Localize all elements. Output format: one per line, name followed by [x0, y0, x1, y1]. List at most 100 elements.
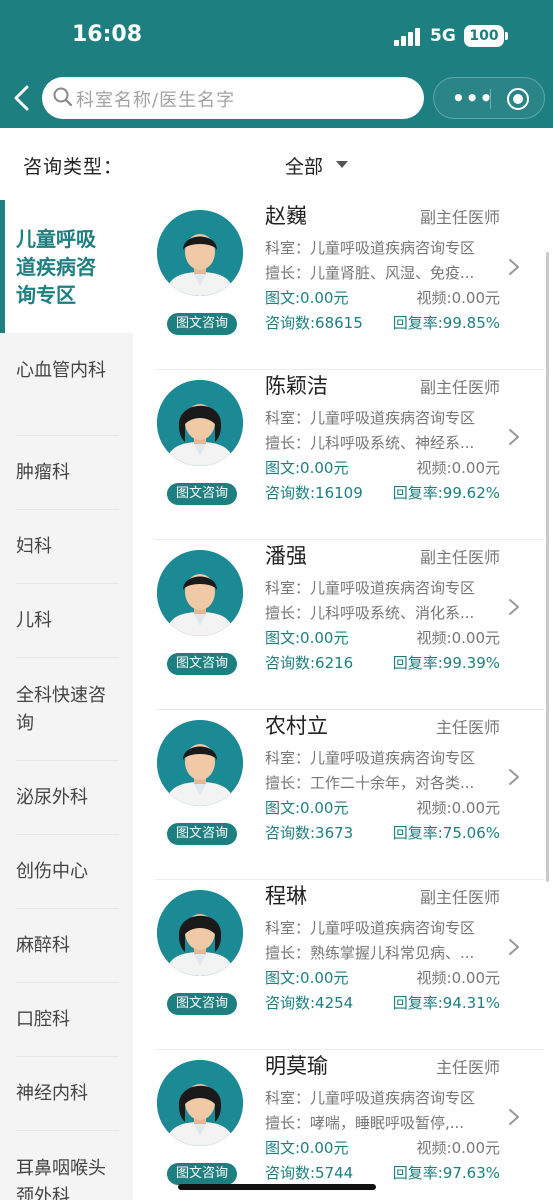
- consult-tag-button[interactable]: 图文咨询: [167, 823, 237, 845]
- sidebar-item[interactable]: 麻醉科: [0, 909, 133, 983]
- sidebar-item-label: 儿科: [16, 610, 52, 631]
- sidebar-item[interactable]: 全科快速咨询: [0, 658, 133, 761]
- doctor-department: 科室：儿童呼吸道疾病咨询专区: [265, 1089, 476, 1107]
- search-input[interactable]: 科室名称/医生名字: [42, 77, 424, 119]
- doctor-title: 副主任医师: [419, 378, 500, 397]
- video-consult-price: 视频:0.00元: [416, 1139, 500, 1157]
- search-placeholder: 科室名称/医生名字: [76, 90, 236, 111]
- text-consult-price: 图文:0.00元: [265, 969, 349, 987]
- consult-count: 咨询数:5744: [265, 1164, 354, 1182]
- doctor-avatar: [157, 210, 243, 296]
- sidebar-item[interactable]: 创伤中心: [0, 835, 133, 909]
- back-arrow-icon: [14, 85, 29, 111]
- doctor-avatar: [157, 380, 243, 466]
- more-icon[interactable]: •••: [452, 88, 493, 108]
- doctor-specialty: 擅长：儿科呼吸系统、神经系...: [265, 434, 475, 452]
- consult-type-dropdown[interactable]: 全部: [285, 152, 323, 179]
- sidebar-item-label: 肿瘤科: [16, 462, 70, 483]
- scrollbar[interactable]: [546, 252, 549, 882]
- doctor-department: 科室：儿童呼吸道疾病咨询专区: [265, 409, 476, 427]
- doctor-department: 科室：儿童呼吸道疾病咨询专区: [265, 239, 476, 257]
- reply-rate: 回复率:99.39%: [392, 654, 500, 672]
- reply-rate: 回复率:99.85%: [392, 314, 500, 332]
- consult-tag-button[interactable]: 图文咨询: [167, 313, 237, 335]
- doctor-specialty: 擅长：儿童肾脏、风湿、免疫...: [265, 264, 475, 282]
- chevron-right-icon[interactable]: [507, 1107, 521, 1127]
- active-indicator: [0, 200, 5, 333]
- sidebar-item-label: 口腔科: [16, 1009, 70, 1030]
- doctor-card[interactable]: 图文咨询 程琳 副主任医师 科室：儿童呼吸道疾病咨询专区 擅长：熟练掌握儿科常见病、..…: [155, 880, 545, 1050]
- consult-count: 咨询数:4254: [265, 994, 354, 1012]
- doctor-card[interactable]: 图文咨询 明莫瑜 主任医师 科室：儿童呼吸道疾病咨询专区 擅长：哮喘，睡眠呼吸暂停,..…: [155, 1050, 545, 1200]
- doctor-title: 主任医师: [435, 1058, 500, 1077]
- consult-count: 咨询数:3673: [265, 824, 354, 842]
- text-consult-price: 图文:0.00元: [265, 289, 349, 307]
- doctor-department: 科室：儿童呼吸道疾病咨询专区: [265, 749, 476, 767]
- sidebar-item-label: 妇科: [16, 536, 52, 557]
- sidebar-item[interactable]: 神经内科: [0, 1057, 133, 1131]
- chevron-right-icon[interactable]: [507, 937, 521, 957]
- status-time: 16:08: [72, 22, 143, 47]
- doctor-card[interactable]: 图文咨询 赵巍 副主任医师科室：儿童呼吸道疾病咨询专区 擅长：儿童肾脏、风湿、免疫..…: [155, 200, 545, 370]
- battery-icon: 100: [464, 25, 508, 47]
- sidebar-item[interactable]: 耳鼻咽喉头颈外科: [0, 1131, 133, 1200]
- chevron-right-icon[interactable]: [507, 427, 521, 447]
- dropdown-caret-icon[interactable]: [336, 161, 348, 168]
- search-icon: [53, 87, 73, 107]
- sidebar-item[interactable]: 妇科: [0, 510, 133, 584]
- doctor-name: 陈颖洁: [265, 374, 328, 398]
- reply-rate: 回复率:94.31%: [392, 994, 500, 1012]
- top-header: 16:08 5G 100 科室名称/医生名字 •••: [0, 0, 553, 128]
- sidebar-item-label: 创伤中心: [16, 861, 88, 882]
- doctor-card[interactable]: 图文咨询 潘强 副主任医师 科室：儿童呼吸道疾病咨询专区 擅长：儿科呼吸系统、消化系..…: [155, 540, 545, 710]
- miniprogram-capsule: •••: [433, 77, 545, 119]
- doctor-card[interactable]: 图文咨询 陈颖洁 副主任医师科室：儿童呼吸道疾病咨询专区 擅长：儿科呼吸系统、神经系.…: [155, 370, 545, 540]
- sidebar-item[interactable]: 泌尿外科: [0, 761, 133, 835]
- reply-rate: 回复率:75.06%: [392, 824, 500, 842]
- video-consult-price: 视频:0.00元: [416, 629, 500, 647]
- sidebar-item-label: 泌尿外科: [16, 787, 88, 808]
- video-consult-price: 视频:0.00元: [416, 289, 500, 307]
- text-consult-price: 图文:0.00元: [265, 629, 349, 647]
- text-consult-price: 图文:0.00元: [265, 799, 349, 817]
- sidebar-item[interactable]: 心血管内科: [0, 333, 133, 436]
- doctor-department: 科室：儿童呼吸道疾病咨询专区: [265, 919, 476, 937]
- close-miniprogram-icon[interactable]: [507, 88, 529, 110]
- video-consult-price: 视频:0.00元: [416, 969, 500, 987]
- doctor-name: 潘强: [265, 544, 307, 568]
- doctor-avatar: [157, 890, 243, 976]
- doctor-avatar: [157, 720, 243, 806]
- consult-count: 咨询数:16109: [265, 484, 363, 502]
- doctor-department: 科室：儿童呼吸道疾病咨询专区: [265, 579, 476, 597]
- sidebar-item[interactable]: 肿瘤科: [0, 436, 133, 510]
- sidebar-item-label: 儿童呼吸道疾病咨询专区: [16, 227, 96, 307]
- consult-tag-button[interactable]: 图文咨询: [167, 483, 237, 505]
- doctor-name: 明莫瑜: [265, 1054, 328, 1078]
- text-consult-price: 图文:0.00元: [265, 1139, 349, 1157]
- sidebar-item[interactable]: 儿童呼吸道疾病咨询专区: [0, 200, 133, 333]
- doctor-avatar: [157, 550, 243, 636]
- sidebar-item[interactable]: 口腔科: [0, 983, 133, 1057]
- doctor-card[interactable]: 图文咨询 农村立 主任医师 科室：儿童呼吸道疾病咨询专区 擅长：工作二十余年，对各类..…: [155, 710, 545, 880]
- chevron-right-icon[interactable]: [507, 597, 521, 617]
- doctor-specialty: 擅长：工作二十余年，对各类...: [265, 774, 475, 792]
- sidebar-item-label: 全科快速咨询: [16, 685, 106, 734]
- doctor-title: 副主任医师: [419, 208, 500, 227]
- consult-count: 咨询数:6216: [265, 654, 354, 672]
- consult-count: 咨询数:68615: [265, 314, 363, 332]
- doctor-name: 赵巍: [265, 204, 307, 228]
- chevron-right-icon[interactable]: [507, 257, 521, 277]
- video-consult-price: 视频:0.00元: [416, 799, 500, 817]
- doctor-name: 程琳: [265, 884, 307, 908]
- chevron-right-icon[interactable]: [507, 767, 521, 787]
- reply-rate: 回复率:97.63%: [392, 1164, 500, 1182]
- consult-tag-button[interactable]: 图文咨询: [167, 1163, 237, 1185]
- text-consult-price: 图文:0.00元: [265, 459, 349, 477]
- back-button[interactable]: [10, 84, 36, 112]
- doctor-specialty: 擅长：儿科呼吸系统、消化系...: [265, 604, 475, 622]
- doctor-avatar: [157, 1060, 243, 1146]
- consult-tag-button[interactable]: 图文咨询: [167, 653, 237, 675]
- sidebar-item[interactable]: 儿科: [0, 584, 133, 658]
- video-consult-price: 视频:0.00元: [416, 459, 500, 477]
- consult-tag-button[interactable]: 图文咨询: [167, 993, 237, 1015]
